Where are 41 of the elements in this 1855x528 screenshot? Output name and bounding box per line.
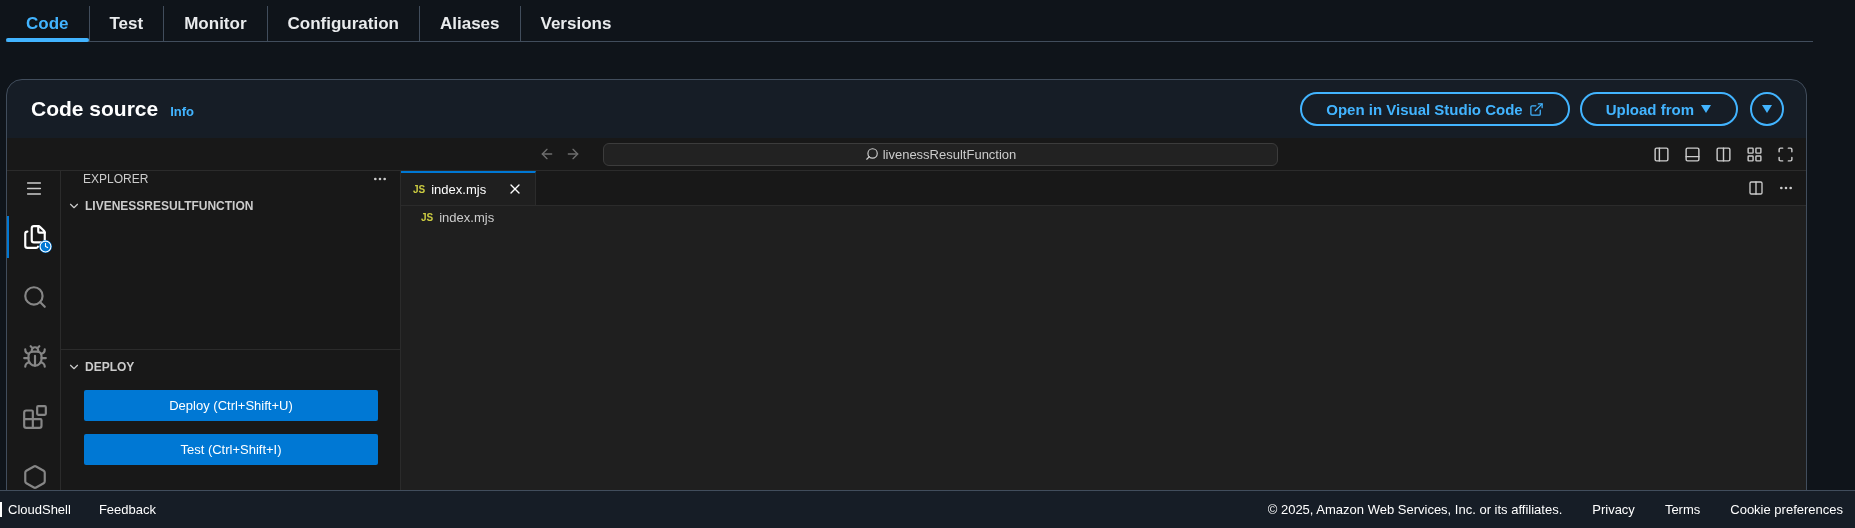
deploy-section-button[interactable]: Test (Ctrl+Shift+I) (84, 434, 378, 465)
tab[interactable]: Test (89, 6, 165, 41)
footer-link[interactable]: Terms (1664, 502, 1701, 517)
split-layout-icon[interactable] (1715, 145, 1732, 163)
tab[interactable]: Code (6, 6, 90, 41)
forward-icon[interactable] (565, 146, 581, 162)
hexagon-icon (21, 464, 48, 490)
external-link-icon (1528, 101, 1544, 117)
command-center[interactable]: livenessResultFunction (603, 142, 1278, 166)
deploy-section-button[interactable]: Deploy (Ctrl+Shift+U) (84, 390, 378, 421)
caret-icon (1700, 104, 1712, 114)
sidebar-toggle-icon[interactable] (1653, 145, 1670, 163)
search-icon (864, 147, 879, 161)
cloudshell-link[interactable]: CloudShell (0, 502, 71, 517)
deploy-header[interactable]: DEPLOY (61, 356, 400, 378)
search-icon (21, 284, 48, 310)
footer-link[interactable]: Privacy (1592, 502, 1635, 517)
caret-icon (1761, 104, 1773, 114)
split-editor-icon[interactable] (1748, 180, 1764, 196)
back-icon[interactable] (539, 146, 555, 162)
panel-toggle-icon[interactable] (1684, 145, 1701, 163)
fullscreen-icon[interactable] (1777, 145, 1794, 163)
upload-button[interactable]: Upload from (1579, 92, 1738, 126)
file-item[interactable]: JS index.mjs (401, 206, 1806, 229)
tab[interactable]: Aliases (419, 6, 521, 41)
editor-tab[interactable]: JS index.mjs (401, 171, 536, 205)
tab[interactable]: Configuration (267, 6, 420, 41)
info-link[interactable]: Info (170, 103, 195, 119)
open-vscode-button[interactable]: Open in Visual Studio Code (1300, 92, 1570, 126)
layout-icon[interactable] (1746, 145, 1763, 163)
more-button[interactable] (1750, 92, 1784, 126)
tab[interactable]: Monitor (164, 6, 268, 41)
footer-link[interactable]: Cookie preferences (1730, 502, 1843, 517)
sidebar-title: EXPLORER (83, 172, 149, 186)
folder-header[interactable]: LIVENESSRESULTFUNCTION (61, 195, 400, 217)
tab[interactable]: Versions (520, 6, 632, 41)
feedback-link[interactable]: Feedback (98, 502, 156, 517)
run-debug-icon (21, 344, 48, 370)
copyright-text: © 2025, Amazon Web Services, Inc. or its affiliates. (1267, 502, 1563, 517)
panel-title: Code source (31, 97, 159, 121)
extensions-icon (21, 404, 48, 430)
